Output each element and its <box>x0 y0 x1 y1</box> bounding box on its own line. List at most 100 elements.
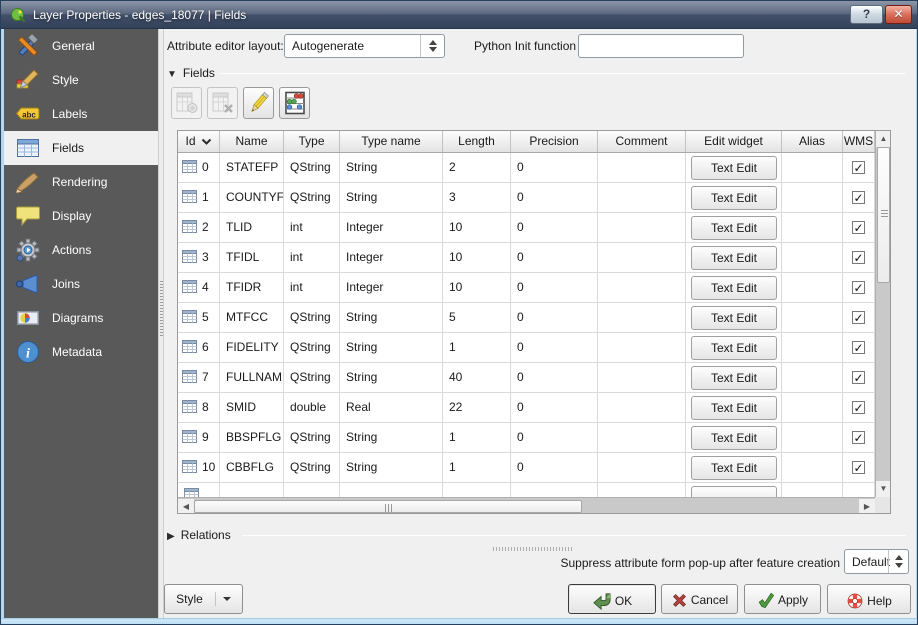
row-table-icon <box>182 340 202 354</box>
table-row: 10CBBFLGQStringString10Text Edit✓ <box>178 453 875 483</box>
edit-widget-button[interactable]: Text Edit <box>691 186 777 210</box>
cell-length: 3 <box>443 183 511 213</box>
python-init-input[interactable] <box>578 34 744 58</box>
cell-id[interactable]: 10 <box>178 453 220 483</box>
edit-widget-button[interactable]: Text Edit <box>691 156 777 180</box>
column-header-alias[interactable]: Alias <box>782 131 843 152</box>
sidebar-item-joins[interactable]: Joins <box>4 267 158 301</box>
column-header-type[interactable]: Type <box>284 131 340 152</box>
sidebar-item-actions[interactable]: Actions <box>4 233 158 267</box>
fields-table: Id NameTypeType nameLengthPrecisionCommen… <box>177 130 891 514</box>
cell-edit_widget: Text Edit <box>686 243 782 273</box>
cell-id[interactable]: 7 <box>178 363 220 393</box>
cell-id[interactable]: 6 <box>178 333 220 363</box>
wms-checkbox[interactable]: ✓ <box>852 371 865 384</box>
edit-widget-button[interactable]: Text Edit <box>691 396 777 420</box>
sidebar-item-label: Metadata <box>52 345 102 359</box>
ok-button[interactable]: OK <box>568 584 656 614</box>
toggle-editing-button[interactable] <box>243 87 274 119</box>
horizontal-splitter-handle[interactable] <box>493 547 573 551</box>
edit-widget-button[interactable]: Text Edit <box>691 276 777 300</box>
edit-widget-button[interactable]: Text Edit <box>691 426 777 450</box>
sidebar-item-style[interactable]: Style <box>4 63 158 97</box>
apply-check-icon <box>757 592 775 609</box>
sidebar-item-rendering[interactable]: Rendering <box>4 165 158 199</box>
edit-widget-button[interactable]: Text Edit <box>691 246 777 270</box>
field-calculator-button[interactable] <box>279 87 310 119</box>
wms-checkbox[interactable]: ✓ <box>852 161 865 174</box>
cell-id[interactable]: 3 <box>178 243 220 273</box>
cell-name: COUNTYFP <box>220 183 284 213</box>
cell-edit_widget: Text Edit <box>686 453 782 483</box>
ok-arrow-icon <box>592 592 612 610</box>
cell-id[interactable]: 0 <box>178 153 220 183</box>
column-header-wms[interactable]: WMS <box>843 131 875 152</box>
cell-type: QString <box>284 423 340 453</box>
fields-table-icon <box>15 135 41 161</box>
wms-checkbox[interactable]: ✓ <box>852 311 865 324</box>
wms-checkbox[interactable]: ✓ <box>852 401 865 414</box>
cell-id[interactable]: 1 <box>178 183 220 213</box>
titlebar[interactable]: Layer Properties - edges_18077 | Fields … <box>1 1 918 29</box>
wms-checkbox[interactable]: ✓ <box>852 281 865 294</box>
window-help-button[interactable]: ? <box>850 5 883 24</box>
sidebar-item-metadata[interactable]: iMetadata <box>4 335 158 369</box>
sidebar-item-fields[interactable]: Fields <box>4 131 158 165</box>
column-header-edit-widget[interactable]: Edit widget <box>686 131 782 152</box>
row-id: 10 <box>202 460 215 474</box>
vertical-scrollbar[interactable]: ▲ ▼ <box>875 131 890 497</box>
edit-widget-button[interactable]: Text Edit <box>691 366 777 390</box>
scroll-up-icon[interactable]: ▲ <box>876 131 891 147</box>
fields-group-header[interactable]: ▼Fields <box>167 66 215 80</box>
vertical-scrollbar-thumb[interactable] <box>877 147 890 283</box>
column-header-label: Id <box>185 134 195 148</box>
edit-widget-button[interactable]: Text Edit <box>691 336 777 360</box>
wms-checkbox[interactable]: ✓ <box>852 341 865 354</box>
column-header-comment[interactable]: Comment <box>598 131 686 152</box>
horizontal-scrollbar[interactable]: ◀ ▶ <box>178 497 875 513</box>
style-menu-button[interactable]: Style <box>164 584 243 614</box>
cell-precision: 0 <box>511 363 598 393</box>
cell-id[interactable]: 2 <box>178 213 220 243</box>
row-id: 4 <box>202 280 209 294</box>
column-header-name[interactable]: Name <box>220 131 284 152</box>
wms-checkbox[interactable]: ✓ <box>852 221 865 234</box>
cell-id[interactable]: 4 <box>178 273 220 303</box>
window-bottom-frame <box>1 618 918 625</box>
edit-widget-button[interactable] <box>691 486 777 497</box>
cell-id[interactable]: 5 <box>178 303 220 333</box>
edit-widget-button[interactable]: Text Edit <box>691 306 777 330</box>
svg-text:abc: abc <box>22 111 36 120</box>
sidebar-splitter-handle[interactable] <box>158 29 164 618</box>
cell-alias <box>782 153 843 183</box>
wms-checkbox[interactable]: ✓ <box>852 461 865 474</box>
wms-checkbox[interactable]: ✓ <box>852 251 865 264</box>
sidebar-item-display[interactable]: Display <box>4 199 158 233</box>
edit-widget-button[interactable]: Text Edit <box>691 216 777 240</box>
sidebar-item-diagrams[interactable]: Diagrams <box>4 301 158 335</box>
row-table-icon <box>184 490 199 497</box>
wms-checkbox[interactable]: ✓ <box>852 191 865 204</box>
cell-id[interactable]: 9 <box>178 423 220 453</box>
edit-widget-button[interactable]: Text Edit <box>691 456 777 480</box>
sidebar-item-labels[interactable]: abcLabels <box>4 97 158 131</box>
column-header-id[interactable]: Id <box>178 131 220 152</box>
scroll-left-icon[interactable]: ◀ <box>178 499 194 514</box>
scroll-right-icon[interactable]: ▶ <box>859 499 875 514</box>
wms-checkbox[interactable]: ✓ <box>852 431 865 444</box>
horizontal-scrollbar-thumb[interactable] <box>194 500 582 513</box>
column-header-length[interactable]: Length <box>443 131 511 152</box>
column-header-precision[interactable]: Precision <box>511 131 598 152</box>
cell-precision: 0 <box>511 393 598 423</box>
window-close-button[interactable]: ✕ <box>885 5 912 24</box>
column-header-type-name[interactable]: Type name <box>340 131 443 152</box>
cancel-button[interactable]: Cancel <box>661 584 738 614</box>
cell-id[interactable]: 8 <box>178 393 220 423</box>
sidebar-item-general[interactable]: General <box>4 29 158 63</box>
apply-button[interactable]: Apply <box>744 584 821 614</box>
help-button[interactable]: Help <box>827 584 911 614</box>
attribute-editor-layout-combo[interactable]: Autogenerate <box>284 34 445 58</box>
scroll-down-icon[interactable]: ▼ <box>876 481 891 497</box>
relations-group-header[interactable]: ▶Relations <box>167 528 231 542</box>
suppress-popup-combo[interactable]: Default <box>844 549 909 574</box>
